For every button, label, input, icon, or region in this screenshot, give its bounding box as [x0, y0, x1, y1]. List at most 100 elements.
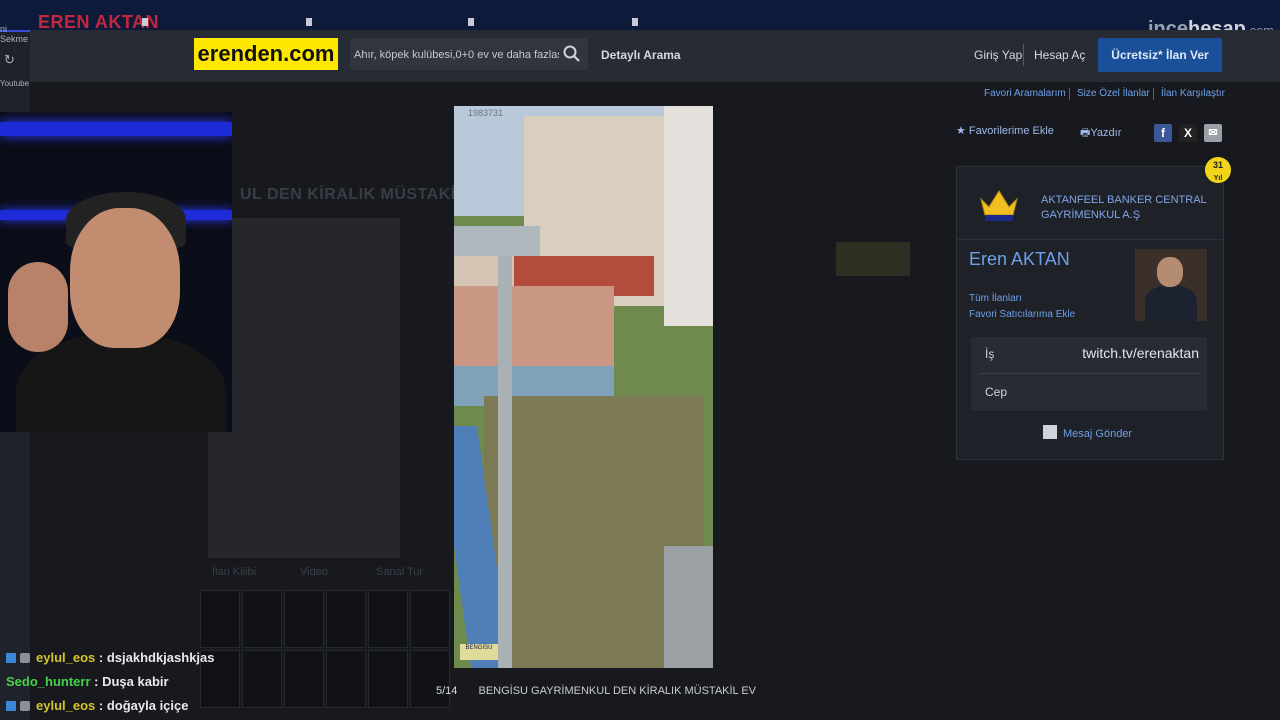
search-box: [350, 38, 588, 72]
thumbnail[interactable]: [326, 590, 366, 648]
work-phone-value[interactable]: twitch.tv/erenaktan: [1082, 345, 1199, 361]
crown-icon: [980, 190, 1018, 221]
media-tabs-dimmed: İlan Kilibi Video Sanal Tur: [194, 566, 452, 584]
thumbnail[interactable]: [368, 650, 408, 708]
print-button[interactable]: 🖶Yazdır: [1080, 124, 1121, 143]
contact-divider: [979, 373, 1199, 374]
photo-building: [664, 106, 713, 326]
subscriber-badge-icon: [6, 701, 16, 711]
thumbnail[interactable]: [368, 590, 408, 648]
search-icon[interactable]: [562, 44, 582, 64]
post-free-listing-button[interactable]: Ücretsiz* İlan Ver: [1098, 38, 1222, 72]
header-divider: [1023, 44, 1024, 66]
photo-step: [664, 546, 713, 668]
browser-tab[interactable]: [468, 18, 474, 26]
chat-username: eylul_eos: [36, 650, 96, 665]
avatar-head: [1157, 257, 1183, 287]
chat-text: Duşa kabir: [102, 674, 169, 689]
thumbnail[interactable]: [200, 590, 240, 648]
send-message-label: Mesaj Gönder: [1063, 428, 1133, 440]
tab-video[interactable]: Video: [300, 566, 328, 578]
mod-badge-icon: [20, 653, 30, 663]
webcam-overlay: [0, 112, 232, 432]
listing-photo[interactable]: 1983731 BENGİSU: [454, 106, 713, 668]
subscriber-badge-icon: [6, 653, 16, 663]
message-icon: [1043, 425, 1057, 439]
chat-message: eylul_eos : dsjakhdkjashkjas: [6, 650, 215, 665]
browser-tab-strip: EREN AKTAN incehesap.com: [0, 0, 1280, 40]
stream-chat: eylul_eos : dsjakhdkjashkjas Sedo_hunter…: [0, 646, 260, 720]
site-logo[interactable]: erenden.com: [194, 38, 338, 70]
favorite-searches-link[interactable]: Favori Aramalarım: [984, 88, 1066, 99]
neon-shelf: [0, 122, 232, 136]
photo-pole: [498, 256, 512, 668]
reload-icon[interactable]: ↻: [4, 52, 15, 68]
seller-card: AKTANFEEL BANKER CENTRAL GAYRİMENKUL A.Ş…: [956, 157, 1231, 460]
tab-virtual-tour[interactable]: Sanal Tur: [376, 566, 423, 578]
chat-username: eylul_eos: [36, 698, 96, 713]
special-listings-link[interactable]: Size Özel İlanlar: [1077, 88, 1150, 99]
detailed-search-link[interactable]: Detaylı Arama: [601, 48, 681, 62]
streamer-hand: [8, 262, 68, 352]
years-badge-label: Yıl: [1213, 175, 1223, 182]
thumbnail[interactable]: [326, 650, 366, 708]
photo-id-overlay: 1983731: [468, 108, 504, 118]
mail-icon[interactable]: ✉: [1204, 124, 1222, 142]
thumbnail[interactable]: [284, 650, 324, 708]
photo-canopy: [454, 226, 540, 256]
link-divider: [1153, 88, 1154, 100]
mobile-phone-label: Cep: [985, 385, 1008, 399]
thumbnail[interactable]: [410, 590, 450, 648]
favorite-seller-link[interactable]: Favori Satıcılarıma Ekle: [969, 309, 1075, 320]
browser-left-edge: ni Sekme ↻ Youtube: [0, 24, 30, 106]
thumbnail[interactable]: [410, 650, 450, 708]
link-divider: [1069, 88, 1070, 100]
avatar-body: [1145, 285, 1197, 321]
signup-link[interactable]: Hesap Aç: [1034, 48, 1085, 62]
mod-badge-icon: [20, 701, 30, 711]
chat-message: eylul_eos : doğayla içiçe: [6, 698, 188, 713]
agency-logo-dimmed: [836, 242, 910, 276]
add-favorites-button[interactable]: ★ Favorilerime Ekle: [956, 124, 1054, 137]
photo-caption: 5/14 BENGİSU GAYRİMENKUL DEN KİRALIK MÜS…: [436, 685, 756, 697]
main-photo-dimmed: [208, 218, 400, 558]
company-name[interactable]: AKTANFEEL BANKER CENTRAL GAYRİMENKUL A.Ş: [1041, 193, 1219, 223]
chat-message: Sedo_hunterr : Duşa kabir: [6, 674, 169, 689]
send-message-button[interactable]: Mesaj Gönder: [1043, 425, 1132, 440]
new-tab-label[interactable]: ni Sekme: [0, 24, 30, 44]
chat-text: dsjakhdkjashkjas: [106, 650, 215, 665]
browser-tab[interactable]: [142, 18, 148, 26]
listing-actions: ★ Favorilerime Ekle 🖶Yazdır f X ✉: [956, 118, 1222, 146]
streamer-face: [70, 208, 180, 348]
photo-counter: 5/14: [436, 685, 458, 697]
seller-avatar[interactable]: [1135, 249, 1207, 321]
print-label: Yazdır: [1090, 127, 1122, 139]
thumbnail[interactable]: [242, 590, 282, 648]
chat-text: doğayla içiçe: [106, 698, 189, 713]
work-phone-label: İş: [985, 347, 995, 361]
photo-title: BENGİSU GAYRİMENKUL DEN KİRALIK MÜSTAKİL…: [478, 685, 756, 697]
star-icon: ★: [956, 125, 969, 137]
add-favorites-label: Favorilerime Ekle: [968, 125, 1054, 137]
listing-title-dimmed: UL DEN KİRALIK MÜSTAKİL E: [240, 186, 482, 203]
facebook-icon[interactable]: f: [1154, 124, 1172, 142]
x-icon[interactable]: X: [1179, 124, 1197, 142]
thumbnail[interactable]: [284, 590, 324, 648]
browser-tab[interactable]: [306, 18, 312, 26]
compare-listings-link[interactable]: İlan Karşılaştır: [1161, 88, 1225, 99]
bookmark-youtube[interactable]: Youtube: [0, 79, 29, 88]
all-listings-link[interactable]: Tüm İlanları: [969, 293, 1022, 304]
years-badge: 31 Yıl: [1205, 157, 1231, 183]
contact-box: İş twitch.tv/erenaktan Cep: [971, 337, 1207, 411]
years-badge-number: 31: [1212, 160, 1223, 170]
card-divider: [957, 239, 1223, 240]
printer-icon: 🖶: [1080, 127, 1091, 139]
login-link[interactable]: Giriş Yap: [974, 48, 1022, 62]
browser-tab[interactable]: [632, 18, 638, 26]
photo-house: [454, 286, 614, 376]
seller-name[interactable]: Eren AKTAN: [969, 249, 1070, 270]
chat-username: Sedo_hunterr: [6, 674, 91, 689]
agency-watermark: BENGİSU: [460, 644, 498, 660]
search-input[interactable]: [350, 38, 561, 72]
tab-listing-photos[interactable]: İlan Kilibi: [212, 566, 256, 578]
